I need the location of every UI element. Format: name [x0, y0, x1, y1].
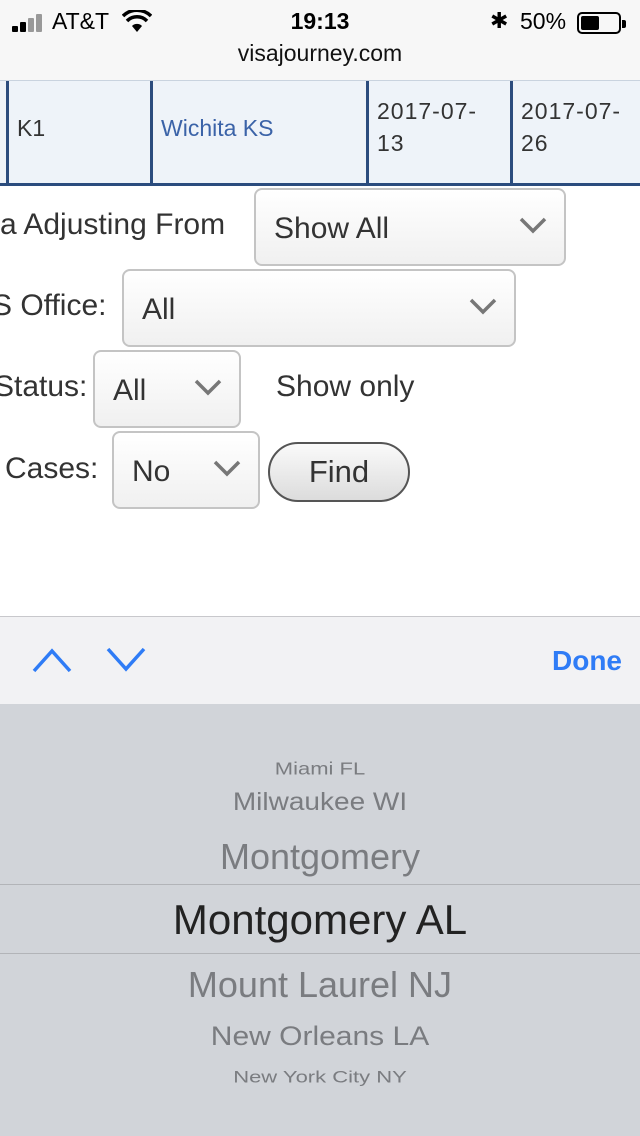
cases-select[interactable]: No	[112, 431, 260, 509]
status-select[interactable]: All	[93, 350, 241, 428]
chevron-down-icon	[469, 298, 497, 315]
keyboard-accessory-bar: Done	[0, 616, 640, 704]
picker-item-selected[interactable]: Montgomery AL	[0, 896, 640, 944]
status-label: Status:	[0, 370, 88, 403]
date-cell: 2017-07- 13	[366, 81, 512, 184]
chevron-up-icon[interactable]	[30, 643, 74, 677]
page-url[interactable]: visajourney.com	[0, 40, 640, 67]
picker-item[interactable]: Montgomery	[0, 836, 640, 878]
visa-type-cell: K1	[6, 81, 152, 184]
picker-item[interactable]: Milwaukee WI	[0, 788, 640, 817]
picker-item[interactable]: Mount Laurel NJ	[0, 964, 640, 1006]
cases-label: Cases:	[5, 452, 99, 485]
date-line: 13	[377, 130, 405, 156]
select-value: No	[132, 455, 171, 488]
chevron-down-icon[interactable]	[104, 643, 148, 677]
date-line: 2017-07-	[377, 98, 478, 124]
chevron-down-icon	[213, 460, 241, 477]
office-link[interactable]: Wichita KS	[150, 81, 368, 184]
select-value: All	[142, 293, 176, 326]
show-only-label: Show only	[276, 370, 415, 403]
picker-item[interactable]: Miami FL	[0, 759, 640, 780]
date-line: 2017-07-	[521, 98, 622, 124]
office-label: S Office:	[0, 289, 107, 322]
chevron-down-icon	[194, 379, 222, 396]
picker-item[interactable]: New Orleans LA	[0, 1022, 640, 1053]
date-cell: 2017-07- 26	[510, 81, 640, 184]
chevron-down-icon	[519, 217, 547, 234]
office-select[interactable]: All	[122, 269, 516, 347]
table-row: K1 Wichita KS 2017-07- 13 2017-07- 26	[0, 80, 640, 186]
battery-icon	[577, 12, 626, 34]
office-picker-wheel[interactable]: Miami FL Milwaukee WI Montgomery Montgom…	[0, 704, 640, 1136]
bluetooth-icon: ✱	[490, 8, 509, 33]
adjusting-from-select[interactable]: Show All	[254, 188, 566, 266]
done-button[interactable]: Done	[552, 645, 622, 677]
picker-item[interactable]: New York City NY	[0, 1067, 640, 1087]
date-line: 26	[521, 130, 549, 156]
adjusting-from-label: a Adjusting From	[0, 208, 226, 241]
select-value: Show All	[274, 212, 390, 245]
battery-percent: 50%	[520, 8, 567, 34]
find-button[interactable]: Find	[268, 442, 410, 502]
select-value: All	[113, 374, 147, 407]
status-bar: AT&T 19:13 ✱ 50% visajourney.com	[0, 0, 640, 80]
